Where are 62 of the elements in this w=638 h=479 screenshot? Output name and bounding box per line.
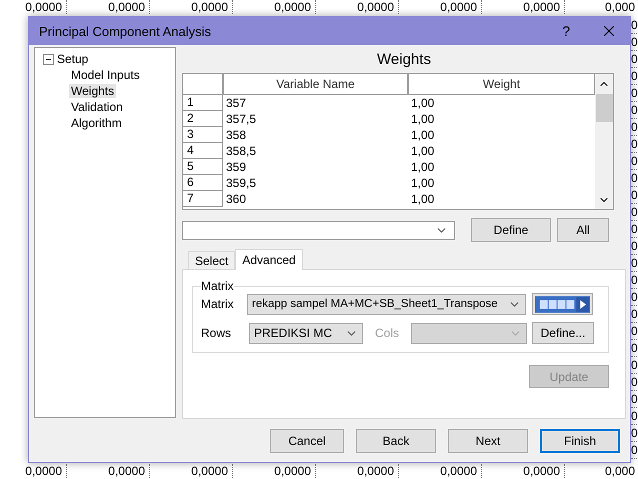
sheet-cell: 0,0000 <box>150 464 233 478</box>
sheet-cell: 0,0000 <box>399 0 482 14</box>
dialog-button[interactable]: Back <box>356 429 436 453</box>
dialog-button[interactable]: Next <box>448 429 528 453</box>
tree-item[interactable]: Model Inputs <box>69 68 142 82</box>
dialog-button[interactable]: Cancel <box>270 429 344 453</box>
group-title: Matrix <box>201 279 234 293</box>
row-number: 7 <box>183 191 223 207</box>
sheet-cell-text: 0,000 <box>604 0 636 14</box>
table-cell-text: 1,00 <box>410 95 436 111</box>
sheet-cell: 0,0000 <box>233 0 316 14</box>
window-title: Principal Component Analysis <box>39 24 212 38</box>
tab[interactable]: Select <box>188 251 236 269</box>
sheet-cell: 0,0000 <box>482 464 565 478</box>
all-button[interactable]: All <box>557 218 609 242</box>
table-cell-text: 1,00 <box>410 175 436 191</box>
help-button[interactable]: ? <box>562 23 570 39</box>
tree-item[interactable]: Validation <box>69 100 125 114</box>
sheet-cell: 0,0000 <box>316 0 399 14</box>
table-cell-text: 358 <box>225 127 248 143</box>
table-cell-text: 1,00 <box>410 143 436 159</box>
sheet-cell: 0,0000 <box>482 0 565 14</box>
table-cell-text: 1,00 <box>410 127 436 143</box>
rows-dropdown[interactable]: PREDIKSI MC <box>249 322 363 344</box>
sheet-cell: 0,0000 <box>233 464 316 478</box>
column-header[interactable]: Weight <box>408 74 595 95</box>
row-number: 5 <box>183 159 223 175</box>
sheet-cell: 0,0000 <box>0 464 67 478</box>
field-label: Matrix <box>201 297 235 311</box>
page-heading: Weights <box>376 50 432 70</box>
row-number: 2 <box>183 111 223 127</box>
row-number: 6 <box>183 175 223 191</box>
field-label: Rows <box>201 326 232 340</box>
sheet-cell: 0,0000 <box>67 0 150 14</box>
sheet-cell: 0,0000 <box>0 0 67 14</box>
matrix-dropdown[interactable]: rekapp sampel MA+MC+SB_Sheet1_Transpose <box>247 294 526 314</box>
table-cell-text: 357 <box>225 95 248 111</box>
define-button[interactable]: Define <box>471 218 551 242</box>
row-number: 3 <box>183 127 223 143</box>
sheet-cell: 0,0000 <box>67 464 150 478</box>
tree-item[interactable]: Setup <box>57 52 88 66</box>
sheet-cell: 0,0000 <box>399 464 482 478</box>
field-label: Cols <box>375 326 400 340</box>
row-number: 4 <box>183 143 223 159</box>
table-cell-text: 358,5 <box>225 143 258 159</box>
table-cell-text: 357,5 <box>225 111 258 127</box>
column-header[interactable]: Variable Name <box>223 74 408 95</box>
define-button[interactable]: Define... <box>532 322 594 344</box>
table-cell-text: 1,00 <box>410 159 436 175</box>
tree-item[interactable]: Algorithm <box>69 116 124 130</box>
sheet-cell: 0,0000 <box>150 0 233 14</box>
table-cell-text: 360 <box>225 191 248 207</box>
sheet-cell: 0,0000 <box>316 464 399 478</box>
tree-item[interactable]: Weights <box>69 84 116 98</box>
row-number: 1 <box>183 95 223 111</box>
table-cell-text: 359,5 <box>225 175 258 191</box>
sheet-cell-text: 0,000 <box>604 464 636 478</box>
tab[interactable]: Advanced <box>235 249 303 270</box>
table-cell-text: 359 <box>225 159 248 175</box>
dialog-button[interactable]: Finish <box>540 429 620 453</box>
table-cell-text: 1,00 <box>410 111 436 127</box>
table-cell-text: 1,00 <box>410 191 436 207</box>
